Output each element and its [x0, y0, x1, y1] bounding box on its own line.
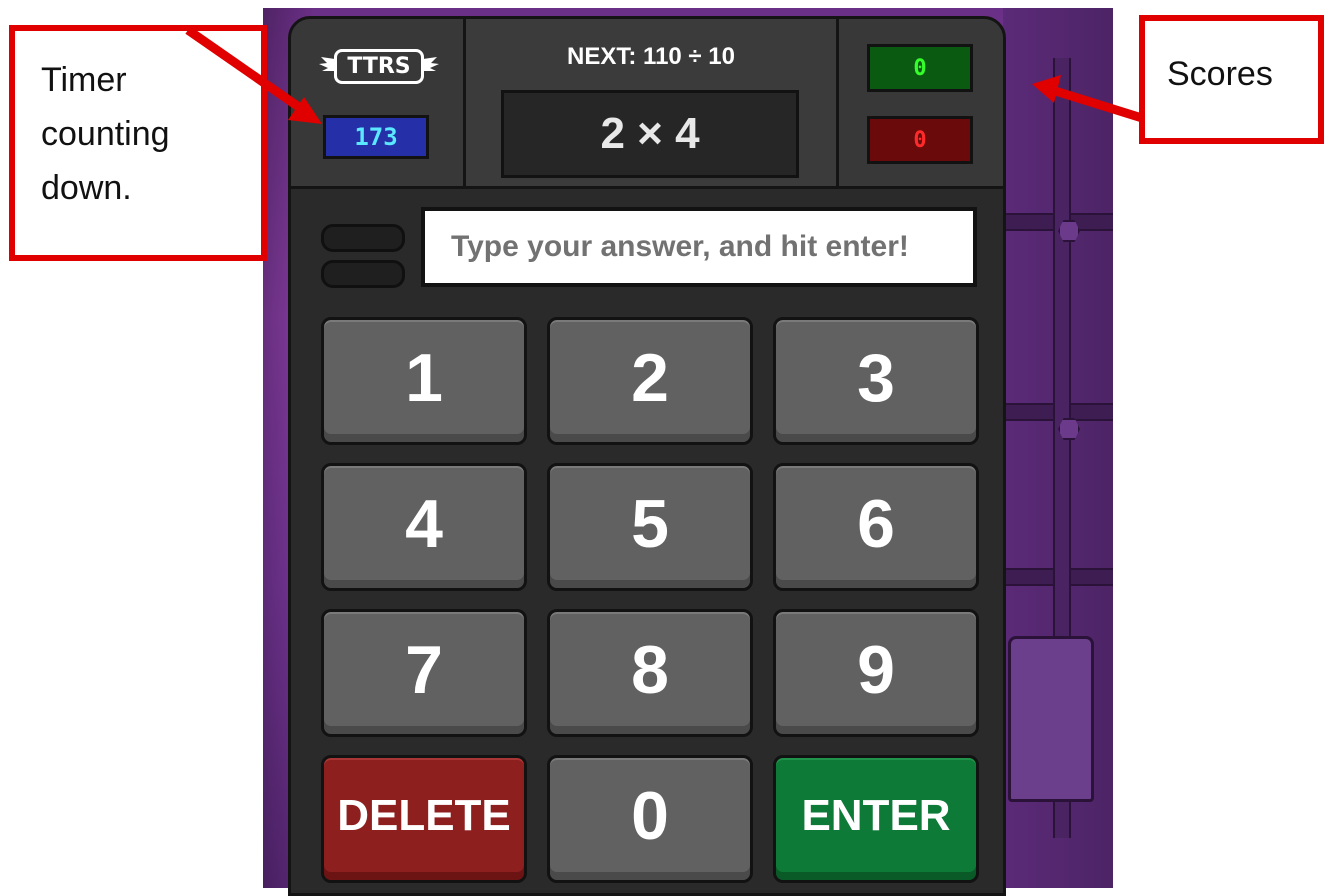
timer-annotation: Timer counting down. — [9, 25, 267, 261]
status-pill — [321, 224, 405, 252]
status-pill — [321, 260, 405, 288]
key-1[interactable]: 1 — [321, 317, 527, 445]
wrong-score: 0 — [867, 116, 973, 164]
correct-score: 0 — [867, 44, 973, 92]
key-8[interactable]: 8 — [547, 609, 753, 737]
current-question: 2 × 4 — [501, 90, 799, 178]
top-bar: TTRS 173 NEXT: 110 ÷ 10 2 × 4 0 0 — [291, 19, 1003, 189]
game-panel: TTRS 173 NEXT: 110 ÷ 10 2 × 4 0 0 1 2 3 … — [288, 16, 1006, 896]
ttrs-logo: TTRS — [319, 43, 439, 89]
key-2[interactable]: 2 — [547, 317, 753, 445]
question-cell: NEXT: 110 ÷ 10 2 × 4 — [466, 19, 836, 186]
key-4[interactable]: 4 — [321, 463, 527, 591]
status-indicators — [321, 224, 405, 296]
background-watering-can — [1008, 636, 1094, 802]
scores-cell: 0 0 — [836, 19, 1003, 186]
key-5[interactable]: 5 — [547, 463, 753, 591]
key-9[interactable]: 9 — [773, 609, 979, 737]
key-3[interactable]: 3 — [773, 317, 979, 445]
countdown-timer: 173 — [323, 115, 429, 159]
scores-annotation: Scores — [1139, 15, 1324, 144]
logo-text: TTRS — [334, 48, 424, 84]
enter-button[interactable]: ENTER — [773, 755, 979, 883]
answer-input[interactable] — [421, 207, 977, 287]
delete-button[interactable]: DELETE — [321, 755, 527, 883]
left-info-cell: TTRS 173 — [291, 19, 466, 186]
key-6[interactable]: 6 — [773, 463, 979, 591]
key-7[interactable]: 7 — [321, 609, 527, 737]
key-0[interactable]: 0 — [547, 755, 753, 883]
next-question-label: NEXT: 110 ÷ 10 — [567, 43, 735, 70]
